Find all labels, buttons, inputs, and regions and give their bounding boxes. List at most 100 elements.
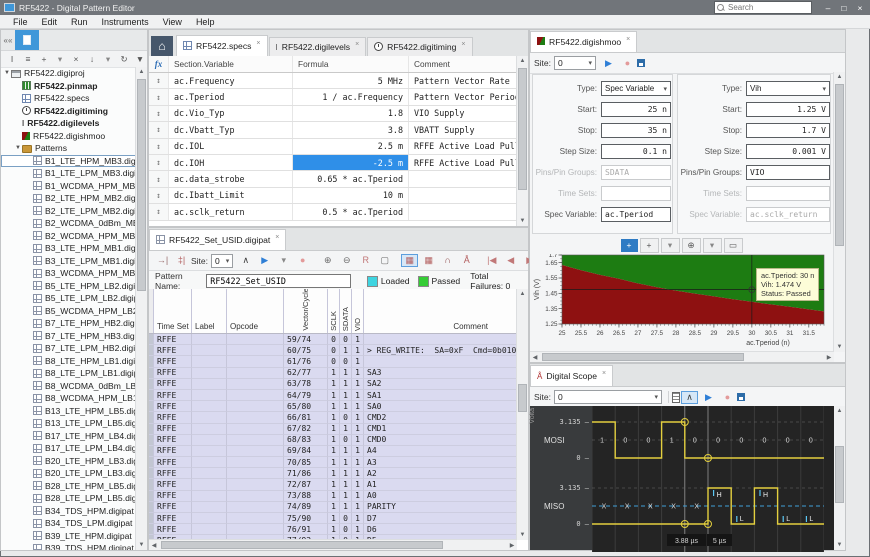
vio-cell[interactable]: 1 xyxy=(352,334,364,345)
vio-cell[interactable]: 1 xyxy=(352,468,364,479)
field-input[interactable]: Vih▾ xyxy=(746,81,830,96)
timeset-cell[interactable]: RFFE xyxy=(154,435,192,446)
label-cell[interactable] xyxy=(192,468,227,479)
comment-cell[interactable]: A4 xyxy=(364,446,517,457)
timeset-cell[interactable]: RFFE xyxy=(154,345,192,356)
formula-cell[interactable]: 1 / ac.Frequency xyxy=(293,89,409,104)
vector-cell[interactable]: 63/78 xyxy=(284,379,328,390)
stop-icon[interactable]: ● xyxy=(294,254,311,267)
waveform-icon[interactable]: ∧ xyxy=(681,391,698,404)
sdata-cell[interactable]: 0 xyxy=(340,334,352,345)
pattern-row[interactable]: RFFE60/75011> REG_WRITE: SA=0xF Cmd=0b01… xyxy=(149,345,517,356)
tree-item[interactable]: B13_LTE_HPM_LB5.digipat xyxy=(1,405,136,418)
sclk-cell[interactable]: 1 xyxy=(328,412,340,423)
tree-item[interactable]: B8_LTE_HPM_LB1.digipat xyxy=(1,355,136,368)
list-icon[interactable]: ≡ xyxy=(21,53,35,66)
menu-help[interactable]: Help xyxy=(189,17,222,27)
sclk-cell[interactable]: 1 xyxy=(328,513,340,524)
field-input[interactable]: 35 n xyxy=(601,123,671,138)
label-cell[interactable] xyxy=(192,356,227,367)
variable-cell[interactable]: dc.IOH xyxy=(169,155,293,170)
pattern-view-icon[interactable]: ▦ xyxy=(401,254,418,267)
label-cell[interactable] xyxy=(192,435,227,446)
goto-icon[interactable]: →| xyxy=(154,254,171,267)
sdata-cell[interactable]: 0 xyxy=(340,435,352,446)
sclk-cell[interactable]: 0 xyxy=(328,334,340,345)
expander-icon[interactable]: ▼ xyxy=(3,70,11,76)
timeset-cell[interactable]: RFFE xyxy=(154,491,192,502)
search-box[interactable] xyxy=(714,1,812,14)
scroll-down-icon[interactable]: ▼ xyxy=(834,342,845,352)
formula-cell[interactable]: 10 m xyxy=(293,188,409,203)
cursor-icon[interactable]: + xyxy=(621,239,638,252)
scroll-right-icon[interactable]: ▶ xyxy=(824,354,834,361)
vio-cell[interactable]: 1 xyxy=(352,390,364,401)
field-input[interactable]: VIO xyxy=(746,165,830,180)
sclk-cell[interactable]: 1 xyxy=(328,401,340,412)
vector-cell[interactable]: 65/80 xyxy=(284,401,328,412)
tab-rf5422-digitiming[interactable]: RF5422.digitiming× xyxy=(367,37,472,56)
opcode-cell[interactable] xyxy=(227,368,284,379)
vio-cell[interactable]: 1 xyxy=(352,368,364,379)
row-handle-icon[interactable]: ↕ xyxy=(149,73,169,88)
pattern-row[interactable]: RFFE64/79111SA1 xyxy=(149,390,517,401)
opcode-cell[interactable] xyxy=(227,524,284,535)
pattern-row[interactable]: RFFE71/86111A2 xyxy=(149,468,517,479)
formula-cell[interactable]: 1.8 xyxy=(293,106,409,121)
formula-cell[interactable]: 0.5 * ac.Tperiod xyxy=(293,204,409,219)
close-button[interactable]: × xyxy=(852,3,868,13)
tab-close-icon[interactable]: × xyxy=(461,41,465,48)
pattern-row[interactable]: RFFE75/90101D7 xyxy=(149,513,517,524)
pattern-edit-icon[interactable]: ▦ xyxy=(420,254,437,267)
menu-edit[interactable]: Edit xyxy=(35,17,65,27)
pattern-row[interactable]: RFFE65/80111SA0 xyxy=(149,401,517,412)
pattern-row[interactable]: RFFE61/76001 xyxy=(149,356,517,367)
tab-close-icon[interactable]: × xyxy=(355,41,359,48)
row-handle-icon[interactable]: ↕ xyxy=(149,171,169,186)
tree-item[interactable]: B34_TDS_LPM.digipat xyxy=(1,517,136,530)
save-icon[interactable] xyxy=(637,59,645,67)
vio-cell[interactable]: 1 xyxy=(352,524,364,535)
comment-cell[interactable] xyxy=(364,356,517,367)
tab-rf5422-digishmoo[interactable]: RF5422.digishmoo× xyxy=(530,31,637,52)
home-button[interactable]: ⌂ xyxy=(151,36,173,56)
scroll-up-icon[interactable]: ▲ xyxy=(136,67,147,77)
sdata-cell[interactable]: 0 xyxy=(340,513,352,524)
comment-cell[interactable]: RFFE Active Load Pulldn xyxy=(409,155,517,170)
sclk-cell[interactable]: 0 xyxy=(328,356,340,367)
vector-cell[interactable]: 69/84 xyxy=(284,446,328,457)
vector-cell[interactable]: 73/88 xyxy=(284,491,328,502)
site-select[interactable]: 0▾ xyxy=(554,390,662,404)
scroll-down-icon[interactable]: ▼ xyxy=(136,540,147,550)
timeset-cell[interactable]: RFFE xyxy=(154,468,192,479)
tree-item[interactable]: B39_LTE_HPM.digipat xyxy=(1,530,136,543)
comment-cell[interactable]: CMD0 xyxy=(364,435,517,446)
sclk-cell[interactable]: 1 xyxy=(328,390,340,401)
caret-icon[interactable]: ▾ xyxy=(703,238,722,253)
variable-cell[interactable]: dc.Vio_Typ xyxy=(169,106,293,121)
label-cell[interactable] xyxy=(192,368,227,379)
comment-cell[interactable]: A0 xyxy=(364,491,517,502)
tree-item[interactable]: RF5422.pinmap xyxy=(1,80,136,93)
specs-row[interactable]: ↕dc.Ibatt_Limit10 m xyxy=(149,188,517,204)
menu-run[interactable]: Run xyxy=(64,17,95,27)
caret-icon[interactable]: ▾ xyxy=(661,238,680,253)
pulse-icon[interactable]: ∩ xyxy=(439,254,456,267)
tree-item[interactable]: B34_TDS_HPM.digipat xyxy=(1,505,136,518)
sdata-cell[interactable]: 1 xyxy=(340,468,352,479)
tree-item[interactable]: B2_LTE_LPM_MB2.digipat xyxy=(1,205,136,218)
tree-item[interactable]: B3_WCDMA_HPM_MB1.d... xyxy=(1,267,136,280)
stop-icon[interactable]: ● xyxy=(619,57,636,70)
pan-icon[interactable]: + xyxy=(640,238,659,253)
zoom-out-icon[interactable]: ⊖ xyxy=(338,254,355,267)
tree-item[interactable]: ▼Patterns xyxy=(1,142,136,155)
label-cell[interactable] xyxy=(192,334,227,345)
label-cell[interactable] xyxy=(192,524,227,535)
comment-cell[interactable]: SA0 xyxy=(364,401,517,412)
opcode-cell[interactable] xyxy=(227,435,284,446)
site-select[interactable]: 0▾ xyxy=(554,56,596,70)
row-handle-icon[interactable]: ↕ xyxy=(149,106,169,121)
timeset-cell[interactable]: RFFE xyxy=(154,502,192,513)
scrollbar-thumb[interactable] xyxy=(835,84,844,246)
tree-item[interactable]: RF5422.specs xyxy=(1,92,136,105)
